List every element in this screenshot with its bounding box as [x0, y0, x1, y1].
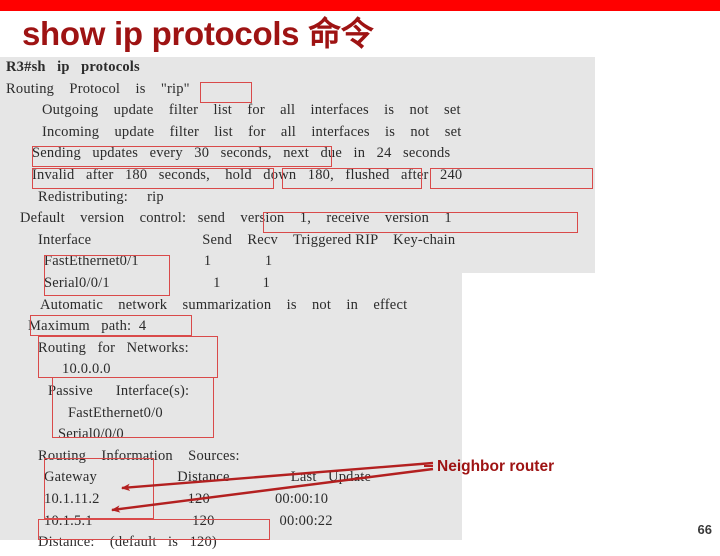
terminal-line-max-path: Maximum path: 4: [28, 318, 147, 335]
terminal-line-gw-row-1: 10.1.11.2 120 00:00:10: [44, 491, 329, 507]
terminal-line-gw-row-2: 10.1.5.1 120 00:00:22: [44, 512, 333, 529]
terminal-line-distance: Distance: (default is 120): [38, 534, 217, 551]
terminal-line-passive-fa00: FastEthernet0/0: [68, 404, 163, 421]
slide-canvas: show ip protocols 命令 R3#sh ip protocols R…: [0, 0, 720, 550]
terminal-line-invalid: Invalid after 180 seconds, hold down 180…: [32, 167, 463, 183]
terminal-line-passive-hdr: Passive Interface(s):: [48, 383, 190, 399]
neighbor-router-annotation: Neighbor router: [437, 458, 555, 475]
terminal-line-outgoing: Outgoing update filter list for all inte…: [42, 102, 461, 119]
terminal-line-prompt: R3#sh ip protocols: [6, 59, 140, 75]
terminal-line-routing-nets: Routing for Networks:: [38, 339, 189, 356]
terminal-line-passive-se000: Serial0/0/0: [58, 426, 124, 443]
terminal-line-if-se001: Serial0/0/1 1 1: [44, 275, 271, 291]
terminal-line-if-fa01: FastEthernet0/1 1 1: [44, 253, 273, 270]
accent-bar: [0, 0, 720, 11]
terminal-line-sending: Sending updates every 30 seconds, next d…: [32, 145, 451, 162]
terminal-line-redistribute: Redistributing: rip: [38, 188, 164, 205]
terminal-line-routing-proto: Routing Protocol is "rip": [6, 80, 190, 97]
terminal-line-incoming: Incoming update filter list for all inte…: [42, 123, 462, 140]
page-title: show ip protocols 命令: [22, 15, 374, 52]
terminal-line-auto-summary: Automatic network summarization is not i…: [40, 296, 408, 313]
page-number: 66: [697, 522, 712, 537]
terminal-line-if-header: Interface Send Recv Triggered RIP Key-ch…: [38, 231, 456, 248]
terminal-line-net-10: 10.0.0.0: [62, 361, 111, 378]
terminal-line-version-ctrl: Default version control: send version 1,…: [20, 210, 452, 227]
